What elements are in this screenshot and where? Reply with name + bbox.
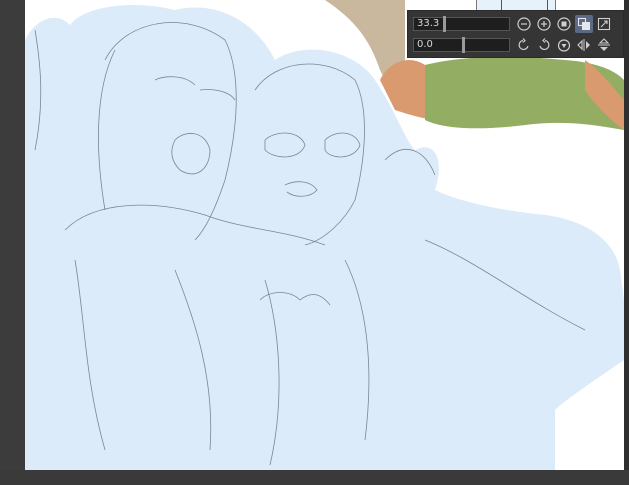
fit-button[interactable] — [555, 15, 573, 33]
flip-vertical-button[interactable] — [595, 36, 613, 54]
flip-vertical-icon — [598, 38, 610, 51]
zoom-out-icon — [517, 17, 531, 31]
navigator-preview[interactable] — [476, 0, 556, 10]
zoom-out-button[interactable] — [515, 15, 533, 33]
rotation-slider-thumb[interactable] — [462, 37, 465, 53]
artwork-sketch — [25, 0, 624, 470]
fit-window-button[interactable] — [575, 15, 593, 33]
bottom-status-edge — [0, 470, 629, 485]
rotate-right-icon — [539, 38, 550, 51]
reset-rotation-icon — [557, 39, 571, 52]
rotate-left-icon — [518, 38, 529, 51]
right-scroll-edge — [624, 0, 629, 485]
navigator-panel: 33.3 0.0 — [407, 10, 624, 58]
app-window: 33.3 0.0 — [0, 0, 629, 485]
zoom-slider[interactable]: 33.3 — [413, 16, 510, 32]
zoom-in-icon — [537, 17, 551, 31]
fit-window-icon — [577, 17, 590, 30]
fit-icon — [557, 17, 571, 31]
view-frame-right — [547, 0, 548, 10]
zoom-slider-thumb[interactable] — [443, 16, 446, 32]
zoom-row: 33.3 — [413, 14, 615, 34]
flip-horizontal-button[interactable] — [575, 36, 593, 54]
rotation-row: 0.0 — [413, 35, 615, 55]
zoom-value: 33.3 — [417, 18, 440, 29]
flip-horizontal-icon — [577, 39, 590, 51]
fill-window-icon — [597, 17, 611, 31]
drawing-canvas[interactable] — [25, 0, 624, 470]
zoom-in-button[interactable] — [535, 15, 553, 33]
rotation-slider[interactable]: 0.0 — [413, 37, 510, 53]
rotate-right-button[interactable] — [535, 36, 553, 54]
rotate-left-button[interactable] — [515, 36, 533, 54]
view-frame-left — [501, 0, 502, 10]
reset-rotation-button[interactable] — [555, 36, 573, 54]
fill-window-button[interactable] — [595, 15, 613, 33]
rotation-value: 0.0 — [417, 39, 433, 50]
